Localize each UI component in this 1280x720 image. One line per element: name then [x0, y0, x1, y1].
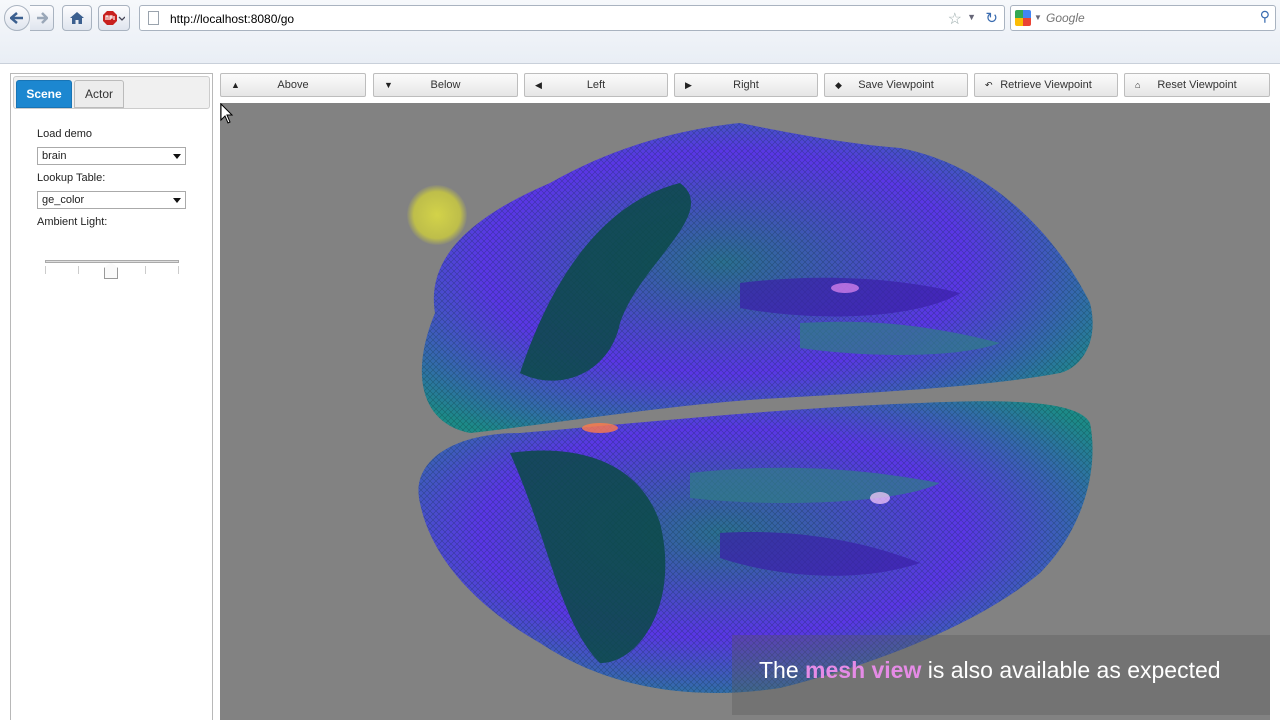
above-button-label: Above: [277, 79, 309, 91]
tab-scene[interactable]: Scene: [16, 80, 72, 108]
google-icon[interactable]: [1015, 10, 1031, 26]
caption-text: The mesh view is also available as expec…: [759, 657, 1221, 684]
sidebar-tabbar: Scene Actor: [13, 76, 210, 109]
forward-arrow-icon: [36, 12, 48, 24]
reset-viewpoint-button[interactable]: ⌂ Reset Viewpoint: [1124, 73, 1270, 97]
page-icon: [148, 11, 159, 25]
adblock-button[interactable]: [98, 5, 130, 31]
slider-tick: [145, 266, 146, 274]
back-arrow-icon: [10, 12, 23, 24]
slider-tick: [78, 266, 79, 274]
lookup-table-label: Lookup Table:: [37, 172, 106, 184]
load-demo-label: Load demo: [37, 128, 93, 140]
home-icon: ⌂: [1135, 80, 1141, 90]
tab-actor[interactable]: Actor: [74, 80, 124, 108]
mouse-pointer-icon: [220, 103, 234, 124]
reset-viewpoint-label: Reset Viewpoint: [1157, 79, 1237, 91]
search-icon[interactable]: ⚲: [1260, 8, 1270, 25]
view-toolbar: ▲ Above ▼ Below ◀ Left ▶ Right ◆ Save Vi…: [220, 73, 1270, 97]
triangle-right-icon: ▶: [685, 80, 692, 90]
caption-overlay: The mesh view is also available as expec…: [732, 635, 1270, 715]
search-input[interactable]: [1044, 9, 1244, 27]
back-button[interactable]: [4, 5, 30, 31]
brain-mesh-render[interactable]: [220, 103, 1270, 720]
brain-upper-hemisphere: [421, 123, 1093, 433]
caption-suffix: is also available as expected: [921, 657, 1221, 683]
ambient-light-slider[interactable]: [45, 258, 179, 279]
3d-viewport[interactable]: The mesh view is also available as expec…: [220, 103, 1270, 720]
right-button-label: Right: [733, 79, 759, 91]
save-viewpoint-label: Save Viewpoint: [858, 79, 934, 91]
slider-track[interactable]: [45, 260, 179, 263]
cursor-highlight: [407, 185, 467, 245]
bookmark-star-icon[interactable]: ☆: [948, 9, 962, 29]
lookup-table-select[interactable]: ge_color: [37, 191, 186, 209]
save-viewpoint-button[interactable]: ◆ Save Viewpoint: [824, 73, 968, 97]
highlight-spot: [831, 283, 859, 293]
caption-highlight: mesh view: [805, 657, 922, 683]
undo-arrow-icon: ↶: [985, 80, 993, 90]
chevron-down-icon: [173, 198, 181, 203]
load-demo-select[interactable]: brain: [37, 147, 186, 165]
lookup-table-value: ge_color: [42, 194, 85, 206]
address-bar[interactable]: http://localhost:8080/go ☆ ▼ ↻: [139, 5, 1005, 31]
home-button[interactable]: [62, 5, 92, 31]
ambient-light-label: Ambient Light:: [37, 216, 108, 228]
forward-button[interactable]: [30, 5, 54, 31]
sidebar-panel: Scene Actor Load demo brain Lookup Table…: [10, 73, 213, 720]
caption-prefix: The: [759, 657, 806, 683]
left-button-label: Left: [586, 79, 606, 91]
reload-icon[interactable]: ↻: [985, 9, 998, 27]
below-button-label: Below: [430, 79, 461, 91]
below-button[interactable]: ▼ Below: [373, 73, 518, 97]
home-icon: [70, 12, 84, 24]
retrieve-viewpoint-label: Retrieve Viewpoint: [1000, 79, 1092, 91]
slider-tick: [45, 266, 46, 274]
search-engine-dropdown-icon[interactable]: ▼: [1034, 13, 1042, 22]
highlight-spot: [582, 423, 618, 433]
slider-tick: [178, 266, 179, 274]
adblock-icon: [103, 11, 125, 25]
right-button[interactable]: ▶ Right: [674, 73, 818, 97]
search-box[interactable]: ▼ ⚲: [1010, 5, 1276, 31]
triangle-down-icon: ▼: [384, 80, 393, 90]
browser-chrome: http://localhost:8080/go ☆ ▼ ↻ ▼ ⚲: [0, 0, 1280, 64]
chevron-down-icon: [173, 154, 181, 159]
retrieve-viewpoint-button[interactable]: ↶ Retrieve Viewpoint: [974, 73, 1118, 97]
url-text[interactable]: http://localhost:8080/go: [170, 12, 294, 26]
highlight-spot: [870, 492, 890, 504]
tag-icon: ◆: [835, 80, 842, 90]
slider-thumb[interactable]: [104, 262, 118, 279]
app-area: Scene Actor Load demo brain Lookup Table…: [0, 65, 1280, 720]
triangle-left-icon: ◀: [535, 80, 542, 90]
load-demo-value: brain: [42, 150, 67, 162]
triangle-up-icon: ▲: [231, 80, 240, 90]
left-button[interactable]: ◀ Left: [524, 73, 668, 97]
above-button[interactable]: ▲ Above: [220, 73, 366, 97]
url-dropdown-icon[interactable]: ▼: [967, 12, 976, 22]
